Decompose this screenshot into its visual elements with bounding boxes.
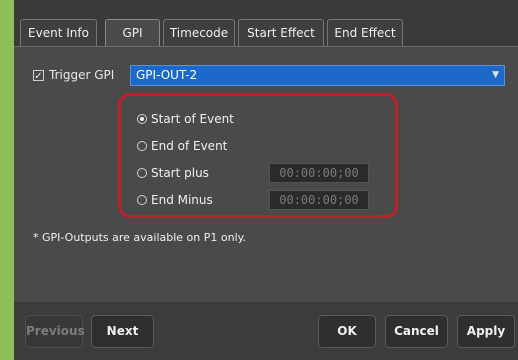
radio-end-minus[interactable] — [137, 195, 147, 205]
dropdown-arrow-icon: ▼ — [492, 70, 499, 80]
option-start-plus[interactable]: Start plus — [137, 164, 209, 182]
tab-gpi[interactable]: GPI — [105, 19, 160, 47]
start-plus-timecode-field[interactable]: 00:00:00;00 — [269, 163, 369, 183]
option-start-of-event[interactable]: Start of Event — [137, 110, 234, 128]
tab-end-effect[interactable]: End Effect — [327, 19, 403, 46]
gpi-availability-note: * GPI-Outputs are available on P1 only. — [33, 231, 247, 244]
option-end-minus[interactable]: End Minus — [137, 191, 213, 209]
next-button[interactable]: Next — [91, 315, 154, 348]
trigger-gpi-row: ✓ Trigger GPI — [33, 66, 114, 84]
option-label: End Minus — [151, 193, 213, 207]
radio-end-of-event[interactable] — [137, 141, 147, 151]
tab-start-effect[interactable]: Start Effect — [238, 19, 324, 46]
trigger-gpi-label: Trigger GPI — [49, 68, 115, 82]
trigger-gpi-checkbox[interactable]: ✓ — [33, 69, 44, 82]
radio-start-plus[interactable] — [137, 168, 147, 178]
gpi-output-value: GPI-OUT-2 — [136, 68, 198, 82]
option-label: Start plus — [151, 166, 209, 180]
tab-bar: Event Info GPI Timecode Start Effect End… — [14, 0, 518, 47]
trigger-timing-group: Start of Event End of Event Start plus 0… — [118, 93, 398, 218]
previous-button[interactable]: Previous — [25, 315, 85, 348]
gpi-output-select[interactable]: GPI-OUT-2 ▼ — [130, 65, 505, 86]
gpi-dialog: Event Info GPI Timecode Start Effect End… — [14, 0, 518, 360]
radio-start-of-event[interactable] — [137, 114, 147, 124]
end-minus-timecode-field[interactable]: 00:00:00;00 — [269, 190, 369, 210]
cancel-button[interactable]: Cancel — [385, 315, 448, 348]
option-end-of-event[interactable]: End of Event — [137, 137, 227, 155]
dialog-footer: Previous Next OK Cancel Apply — [14, 302, 518, 360]
apply-button[interactable]: Apply — [457, 315, 515, 348]
tab-timecode[interactable]: Timecode — [163, 19, 235, 46]
option-label: Start of Event — [151, 112, 234, 126]
ok-button[interactable]: OK — [318, 315, 376, 348]
tab-event-info[interactable]: Event Info — [20, 19, 97, 46]
option-label: End of Event — [151, 139, 228, 153]
gpi-panel: ✓ Trigger GPI GPI-OUT-2 ▼ Start of Event… — [14, 46, 518, 303]
